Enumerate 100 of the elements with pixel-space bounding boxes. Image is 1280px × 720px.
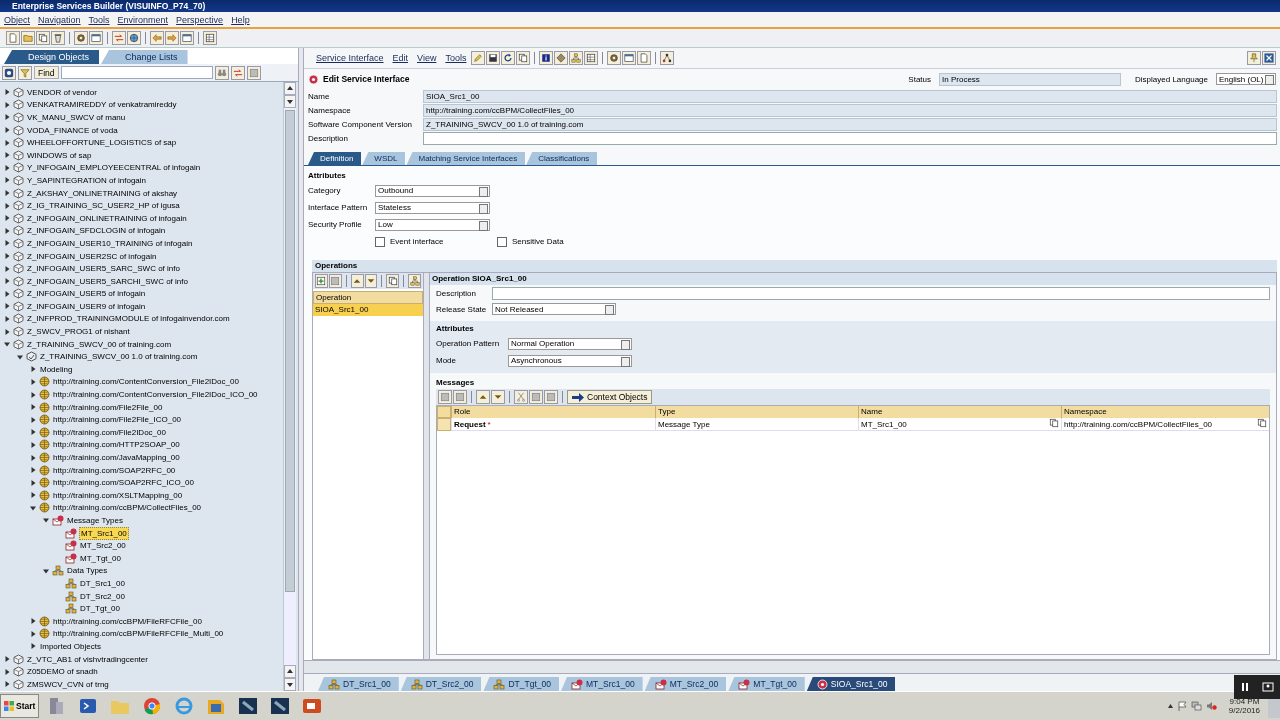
tree-item[interactable]: Z_INFOGAIN_USER9 of infogain <box>26 300 147 312</box>
tree-item[interactable]: Z_INFOGAIN_USER2SC of infogain <box>26 250 158 262</box>
dropdown[interactable]: Asynchronous <box>508 354 632 367</box>
globe-icon[interactable] <box>127 31 141 45</box>
expand-arrow-icon[interactable] <box>29 491 37 500</box>
expand-arrow-icon[interactable] <box>3 289 11 298</box>
expand-arrow-icon[interactable] <box>3 201 11 210</box>
tree-item[interactable]: http://training.com/ccBPM/FileRFCFile_00 <box>52 615 203 627</box>
menu-item[interactable]: Environment <box>113 14 173 25</box>
open-folder-icon[interactable] <box>21 31 35 45</box>
forward-arrow-icon[interactable] <box>165 31 179 45</box>
tree-item[interactable]: http://training.com/ccBPM/FileRFCFile_Multi_00 <box>52 628 225 640</box>
menu-item[interactable]: Perspective <box>172 14 228 25</box>
expand-arrow-icon[interactable] <box>29 365 37 374</box>
tree-item[interactable]: MT_Src2_00 <box>79 540 127 552</box>
speaker-muted-icon[interactable] <box>1205 701 1217 711</box>
navigator-tab[interactable]: Change Lists <box>101 50 188 64</box>
expand-arrow-icon[interactable] <box>3 302 11 311</box>
swap-icon[interactable] <box>112 31 126 45</box>
back-arrow-icon[interactable] <box>150 31 164 45</box>
start-button[interactable]: Start <box>0 694 40 718</box>
save-icon[interactable] <box>486 51 501 65</box>
tree-item[interactable]: http://training.com/ccBPM/CollectFiles_00 <box>52 502 203 514</box>
refresh-icon[interactable] <box>501 51 516 65</box>
menu-item[interactable]: Object <box>0 14 34 25</box>
dropdown[interactable]: Stateless <box>375 201 490 214</box>
tree-item[interactable]: Z_TRAINING_SWCV_00 of training.com <box>26 338 173 350</box>
editor-tab[interactable]: MT_Src1_00 <box>560 677 643 691</box>
expand-arrow-icon[interactable] <box>3 315 11 323</box>
tree-item[interactable]: Z_TRAINING_SWCV_00 1.0 of training.com <box>39 351 199 363</box>
gear-icon[interactable] <box>607 51 622 65</box>
expand-arrow-icon[interactable] <box>3 655 11 663</box>
tree-item[interactable]: WHEELOFFORTUNE_LOGISTICS of sap <box>26 137 178 149</box>
scroll-down-icon[interactable] <box>284 95 296 108</box>
tree-item[interactable]: Z_SWCV_PROG1 of nishant <box>26 326 131 338</box>
editor-tab[interactable]: SIOA_Src1_00 <box>806 677 896 691</box>
expand-arrow-icon[interactable] <box>3 277 11 286</box>
value-help-icon[interactable] <box>1257 418 1267 430</box>
tree-item[interactable]: VENDOR of vendor <box>26 86 98 98</box>
scroll-up-icon[interactable] <box>284 665 296 678</box>
scroll-down-icon[interactable] <box>284 678 296 691</box>
tree-item[interactable]: Z05DEMO of snadh <box>26 666 99 678</box>
menu-item[interactable]: Navigation <box>34 14 85 25</box>
fullscreen-icon[interactable] <box>1262 682 1274 692</box>
expand-arrow-icon[interactable] <box>29 478 37 487</box>
tree-item[interactable]: http://training.com/HTTP2SOAP_00 <box>52 439 181 451</box>
menu-item[interactable]: Service Interface <box>312 53 388 63</box>
tree-item[interactable]: Imported Objects <box>39 640 102 652</box>
tree-item[interactable]: Z_AKSHAY_ONLINETRAINING of akshay <box>26 187 179 199</box>
table-icon[interactable] <box>203 31 217 45</box>
caret-up-icon[interactable] <box>1166 702 1174 710</box>
expand-arrow-icon[interactable] <box>29 629 37 638</box>
editor-tab[interactable]: DT_Tgt_00 <box>483 677 559 691</box>
tree-item[interactable]: http://training.com/File2File_ICO_00 <box>52 414 183 426</box>
expand-arrow-icon[interactable] <box>29 415 37 424</box>
editor-tab[interactable]: DT_Src1_00 <box>318 677 399 691</box>
expand-arrow-icon[interactable] <box>29 642 37 651</box>
dropdown[interactable]: Low <box>375 218 490 231</box>
window-icon[interactable] <box>622 51 637 65</box>
hierarchy-icon[interactable] <box>569 51 584 65</box>
dropdown[interactable]: Normal Operation <box>508 337 632 350</box>
close-icon[interactable] <box>1262 51 1276 65</box>
expand-arrow-icon[interactable] <box>29 403 37 412</box>
pause-icon[interactable] <box>1240 682 1250 692</box>
editor-tab[interactable]: DT_Src2_00 <box>400 677 482 691</box>
pin-icon[interactable] <box>1247 51 1261 65</box>
tab[interactable]: Matching Service Interfaces <box>406 152 526 165</box>
expand-arrow-icon[interactable] <box>3 252 11 260</box>
tree-item[interactable]: Z_INFOGAIN_USER5 of infogain <box>26 288 147 300</box>
tree-item[interactable]: http://training.com/File2File_00 <box>52 401 164 413</box>
window-icon[interactable] <box>180 31 194 45</box>
value-help-icon[interactable] <box>1049 418 1059 430</box>
language-dropdown[interactable]: English (OL) <box>1216 73 1276 85</box>
diamond-icon[interactable] <box>554 51 569 65</box>
expand-arrow-icon[interactable] <box>3 680 11 689</box>
tree-item[interactable]: Y_INFOGAIN_EMPLOYEECENTRAL of infogain <box>26 162 202 174</box>
flag-icon[interactable] <box>1177 701 1187 711</box>
expand-arrow-icon[interactable] <box>3 264 11 273</box>
scrollbar[interactable] <box>283 82 296 691</box>
expand-arrow-icon[interactable] <box>3 100 11 109</box>
tree-item[interactable]: DT_Tgt_00 <box>79 603 122 615</box>
menu-item[interactable]: Tools <box>84 14 114 25</box>
menu-item[interactable]: View <box>413 53 441 63</box>
tree-item[interactable]: Message Types <box>66 515 124 526</box>
editor-tab[interactable]: MT_Src2_00 <box>644 677 727 691</box>
expand-arrow-icon[interactable] <box>29 377 37 386</box>
window-icon[interactable] <box>89 31 103 45</box>
expand-arrow-icon[interactable] <box>3 113 11 122</box>
network-icon[interactable] <box>660 51 675 65</box>
expand-arrow-icon[interactable] <box>3 176 11 185</box>
tree-item[interactable]: http://training.com/XSLTMapping_00 <box>52 489 184 501</box>
collapse-arrow-icon[interactable] <box>42 516 50 525</box>
tree-item[interactable]: VODA_FINANCE of voda <box>26 124 119 136</box>
menu-item[interactable]: Help <box>227 14 254 25</box>
tree-item[interactable]: http://training.com/ContentConversion_File2IDoc_ICO_00 <box>52 389 259 401</box>
expand-arrow-icon[interactable] <box>3 163 11 172</box>
expand-arrow-icon[interactable] <box>3 88 11 97</box>
find-field[interactable] <box>60 66 213 79</box>
tab[interactable]: Classifications <box>526 152 598 165</box>
tree-item[interactable]: ZMSWCV_CVN of trng <box>26 678 110 690</box>
